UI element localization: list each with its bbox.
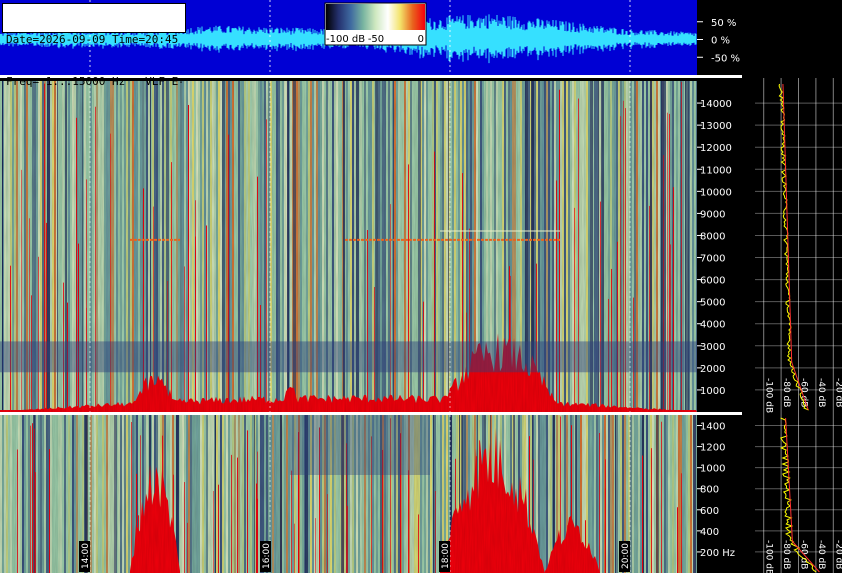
spectrogram-separator <box>0 412 697 415</box>
spec-low-dark-region <box>290 415 430 475</box>
profile-x-label-low-4: -20 dB <box>833 540 842 569</box>
freq-high-label-5: 6000 <box>700 276 725 287</box>
spectrogram-high-panel <box>0 81 698 415</box>
freq-low-label-6: 1400 <box>700 422 725 433</box>
colorbar-gradient <box>326 4 425 30</box>
freq-high-label-12: 13000 <box>700 121 732 132</box>
freq-low-label-3: 800 <box>700 485 719 496</box>
freq-high-label-3: 4000 <box>700 320 725 331</box>
freq-high-label-10: 11000 <box>700 165 732 176</box>
freq-high-label-6: 7000 <box>700 254 725 265</box>
profile-x-label-4: -20 dB <box>833 378 842 407</box>
spec-high-dark-band <box>0 341 697 373</box>
profile-x-label-1: -80 dB <box>781 378 791 407</box>
freq-low-label-5: 1200 <box>700 443 725 454</box>
freq-high-label-0: 1000 <box>700 386 725 397</box>
info-box: Date=2026-09-09 Time=20:45 Freq= 1...150… <box>2 3 186 88</box>
colorbar-label-0: -100 dB <box>326 34 365 45</box>
freq-high-label-8: 9000 <box>700 209 725 220</box>
profile-x-label-low-3: -40 dB <box>816 540 826 569</box>
profile-x-label-low-1: -80 dB <box>781 540 791 569</box>
freq-high-label-4: 5000 <box>700 298 725 309</box>
time-label-0: 14:00 <box>81 543 91 569</box>
freq-low-label-2: 600 <box>700 506 719 517</box>
freq-low-label-4: 1000 <box>700 464 725 475</box>
spectrogram-low-panel: 14:00 16:00 18:00 20:00 <box>0 415 698 573</box>
freq-low-label-0: 200 Hz <box>700 548 735 559</box>
frequency-label: Freq= 1...15000 Hz VLF E-field ©www.vlf.… <box>6 75 182 88</box>
profile-x-label-low-0: -100 dB <box>764 540 774 573</box>
waveform-tick-label-2: -50 % <box>711 53 740 64</box>
freq-low-label-1: 400 <box>700 527 719 538</box>
profile-x-label-3: -40 dB <box>816 378 826 407</box>
colorbar-label-2: 0 <box>418 34 424 45</box>
freq-high-label-1: 2000 <box>700 364 725 375</box>
freq-high-label-7: 8000 <box>700 231 725 242</box>
time-label-2: 18:00 <box>441 543 451 569</box>
time-label-3: 20:00 <box>621 543 631 569</box>
profile-separator-mid <box>697 412 742 415</box>
freq-high-label-13: 14000 <box>700 99 732 110</box>
vlf-display: 50 % 0 % -50 % 14:00 16:00 18:00 20:00 -100 d… <box>0 0 842 573</box>
colorbar: -100 dB -50 0 <box>324 2 427 46</box>
waveform-tick-label-0: 50 % <box>711 18 736 29</box>
freq-high-label-11: 12000 <box>700 143 732 154</box>
time-label-1: 16:00 <box>262 543 272 569</box>
date-time-label: Date=2026-09-09 Time=20:45 <box>6 33 179 46</box>
colorbar-label-1: -50 <box>368 34 384 45</box>
profile-x-label-0: -100 dB <box>764 378 774 413</box>
waveform-tick-label-1: 0 % <box>711 36 730 47</box>
freq-high-label-9: 10000 <box>700 187 732 198</box>
profile-separator-top <box>697 75 742 78</box>
freq-high-label-2: 3000 <box>700 342 725 353</box>
